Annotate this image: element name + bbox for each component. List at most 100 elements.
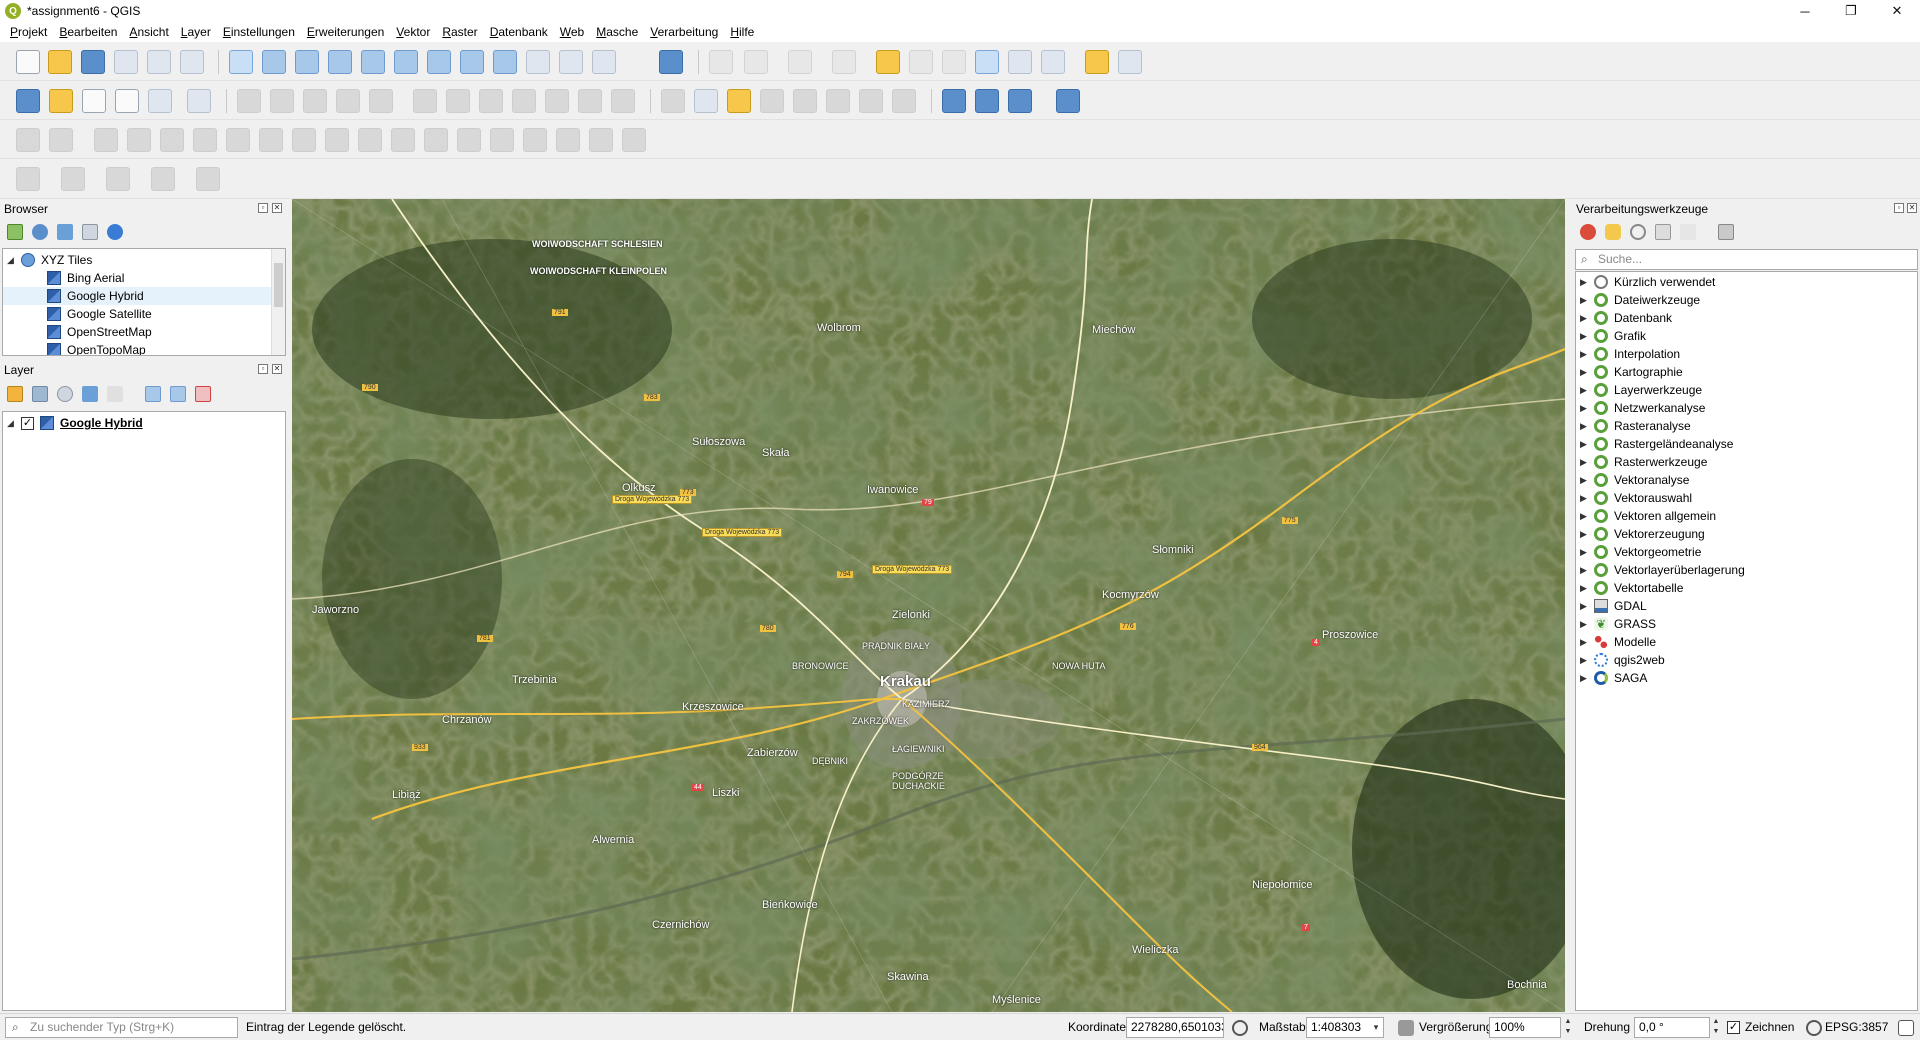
new-bookmark-icon[interactable] xyxy=(559,50,583,74)
magnifier-field[interactable]: 100% xyxy=(1489,1017,1561,1038)
algorithm-group-raster-tools[interactable]: ▶ Rasterwerkzeuge xyxy=(1580,453,1707,471)
float-panel-icon[interactable]: ▫ xyxy=(258,203,268,213)
close-button[interactable]: ✕ xyxy=(1874,0,1920,22)
deselect-all-icon[interactable] xyxy=(876,50,900,74)
select-by-value-icon[interactable] xyxy=(832,50,856,74)
algorithm-group-vector-analysis[interactable]: ▶ Vektoranalyse xyxy=(1580,471,1689,489)
refresh-icon[interactable] xyxy=(659,50,683,74)
map-tips-icon[interactable] xyxy=(1085,50,1109,74)
close-panel-icon[interactable]: ✕ xyxy=(272,203,282,213)
rotation-field[interactable]: 0,0 ° xyxy=(1634,1017,1710,1038)
crs-globe-icon[interactable] xyxy=(1806,1020,1822,1036)
manage-map-themes-icon[interactable] xyxy=(57,386,73,402)
menu-vektor[interactable]: Vektor xyxy=(390,22,436,42)
new-print-layout-icon[interactable] xyxy=(114,50,138,74)
expand-arrow-icon[interactable]: ▶ xyxy=(1580,457,1590,468)
statistics-icon[interactable] xyxy=(942,50,966,74)
collapse-all-icon[interactable] xyxy=(170,386,186,402)
layout-manager-icon[interactable] xyxy=(147,50,171,74)
toolbox-gear-icon[interactable] xyxy=(975,50,999,74)
tree-item-xyz-tiles[interactable]: ◢ XYZ Tiles xyxy=(7,251,92,269)
algorithm-group-vector-table[interactable]: ▶ Vektortabelle xyxy=(1580,579,1683,597)
menu-masche[interactable]: Masche xyxy=(590,22,644,42)
algorithm-group-database[interactable]: ▶ Datenbank xyxy=(1580,309,1672,327)
expand-arrow-icon[interactable]: ▶ xyxy=(1580,475,1590,486)
filter-legend-icon[interactable] xyxy=(82,386,98,402)
close-panel-icon[interactable]: ✕ xyxy=(1907,203,1917,213)
tree-item-google-satellite[interactable]: Google Satellite xyxy=(47,305,152,323)
algorithm-group-network-analysis[interactable]: ▶ Netzwerkanalyse xyxy=(1580,399,1705,417)
open-layer-styling-icon[interactable] xyxy=(7,386,23,402)
algorithm-group-vector-selection[interactable]: ▶ Vektorauswahl xyxy=(1580,489,1692,507)
menu-hilfe[interactable]: Hilfe xyxy=(724,22,760,42)
menu-ansicht[interactable]: Ansicht xyxy=(123,22,174,42)
expand-arrow-icon[interactable]: ▶ xyxy=(1580,655,1590,666)
history-icon[interactable] xyxy=(1630,224,1646,240)
pan-to-selection-icon[interactable] xyxy=(262,50,286,74)
expand-arrow-icon[interactable]: ▶ xyxy=(1580,511,1590,522)
remove-layer-icon[interactable] xyxy=(195,386,211,402)
identify-features-icon[interactable] xyxy=(709,50,733,74)
expand-arrow-icon[interactable]: ▶ xyxy=(1580,673,1590,684)
algorithm-group-vector-geometry[interactable]: ▶ Vektorgeometrie xyxy=(1580,543,1701,561)
minimize-button[interactable]: ─ xyxy=(1782,0,1828,22)
show-bookmarks-icon[interactable] xyxy=(592,50,616,74)
maximize-button[interactable]: ❐ xyxy=(1828,0,1874,22)
close-panel-icon[interactable]: ✕ xyxy=(272,364,282,374)
collapse-all-icon[interactable] xyxy=(82,224,98,240)
models-icon[interactable] xyxy=(1580,224,1596,240)
expand-arrow-icon[interactable]: ▶ xyxy=(1580,331,1590,342)
expand-arrow-icon[interactable]: ▶ xyxy=(1580,295,1590,306)
zoom-out-icon[interactable] xyxy=(328,50,352,74)
zoom-full-icon[interactable] xyxy=(394,50,418,74)
menu-bearbeiten[interactable]: Bearbeiten xyxy=(53,22,123,42)
new-spatialite-layer-icon[interactable] xyxy=(148,89,172,113)
expand-arrow-icon[interactable]: ▶ xyxy=(1580,529,1590,540)
expand-arrow-icon[interactable]: ▶ xyxy=(1580,313,1590,324)
menu-datenbank[interactable]: Datenbank xyxy=(484,22,554,42)
menu-layer[interactable]: Layer xyxy=(175,22,217,42)
provider-models[interactable]: ▶ Modelle xyxy=(1580,633,1656,651)
scale-dropdown-chevron-icon[interactable]: ▾ xyxy=(1370,1017,1382,1038)
menu-einstellungen[interactable]: Einstellungen xyxy=(217,22,301,42)
expand-arrow-icon[interactable]: ▶ xyxy=(1580,619,1590,630)
layer-item-google-hybrid[interactable]: ◢ ✓ Google Hybrid xyxy=(7,414,143,432)
data-source-manager-icon[interactable] xyxy=(16,89,40,113)
provider-gdal[interactable]: ▶ GDAL xyxy=(1580,597,1647,615)
expand-arrow-icon[interactable]: ▶ xyxy=(1580,565,1590,576)
tree-item-opentopomap[interactable]: OpenTopoMap xyxy=(47,341,146,355)
expand-arrow-icon[interactable]: ▶ xyxy=(1580,403,1590,414)
tree-item-google-hybrid[interactable]: Google Hybrid xyxy=(3,287,273,305)
menu-raster[interactable]: Raster xyxy=(436,22,483,42)
algorithm-group-layer-tools[interactable]: ▶ Layerwerkzeuge xyxy=(1580,381,1702,399)
algorithm-group-vector-creation[interactable]: ▶ Vektorerzeugung xyxy=(1580,525,1705,543)
algorithm-group-raster-terrain-analysis[interactable]: ▶ Rastergeländeanalyse xyxy=(1580,435,1733,453)
provider-grass[interactable]: ▶ ❦ GRASS xyxy=(1580,615,1656,633)
new-virtual-layer-icon[interactable] xyxy=(187,89,211,113)
algorithm-group-vector-overlay[interactable]: ▶ Vektorlayerüberlagerung xyxy=(1580,561,1745,579)
rotation-stepper-icon[interactable]: ▲ ▼ xyxy=(1710,1017,1722,1038)
algorithm-group-interpolation[interactable]: ▶ Interpolation xyxy=(1580,345,1680,363)
expand-arrow-icon[interactable]: ◢ xyxy=(7,255,17,266)
filter-browser-icon[interactable] xyxy=(57,224,73,240)
add-group-icon[interactable] xyxy=(32,386,48,402)
float-panel-icon[interactable]: ▫ xyxy=(258,364,268,374)
zoom-native-resolution-icon[interactable] xyxy=(361,50,385,74)
expand-arrow-icon[interactable]: ▶ xyxy=(1580,421,1590,432)
highlight-pinned-labels-icon[interactable] xyxy=(727,89,751,113)
algorithm-group-vector-general[interactable]: ▶ Vektoren allgemein xyxy=(1580,507,1716,525)
expand-arrow-icon[interactable]: ▶ xyxy=(1580,385,1590,396)
algorithm-group-graphics[interactable]: ▶ Grafik xyxy=(1580,327,1646,345)
zoom-to-selection-icon[interactable] xyxy=(427,50,451,74)
zoom-to-layer-icon[interactable] xyxy=(460,50,484,74)
expand-arrow-icon[interactable]: ▶ xyxy=(1580,547,1590,558)
expand-arrow-icon[interactable]: ▶ xyxy=(1580,367,1590,378)
processing-search-input[interactable]: ⌕ Suche... xyxy=(1575,249,1918,270)
qgis2web-export-icon[interactable] xyxy=(1008,89,1032,113)
python-scripts-icon[interactable] xyxy=(1605,224,1621,240)
menu-verarbeitung[interactable]: Verarbeitung xyxy=(644,22,724,42)
expand-arrow-icon[interactable]: ▶ xyxy=(1580,601,1590,612)
expand-arrow-icon[interactable]: ▶ xyxy=(1580,349,1590,360)
metasearch-icon[interactable] xyxy=(942,89,966,113)
crs-label[interactable]: EPSG:3857 xyxy=(1825,1017,1888,1038)
